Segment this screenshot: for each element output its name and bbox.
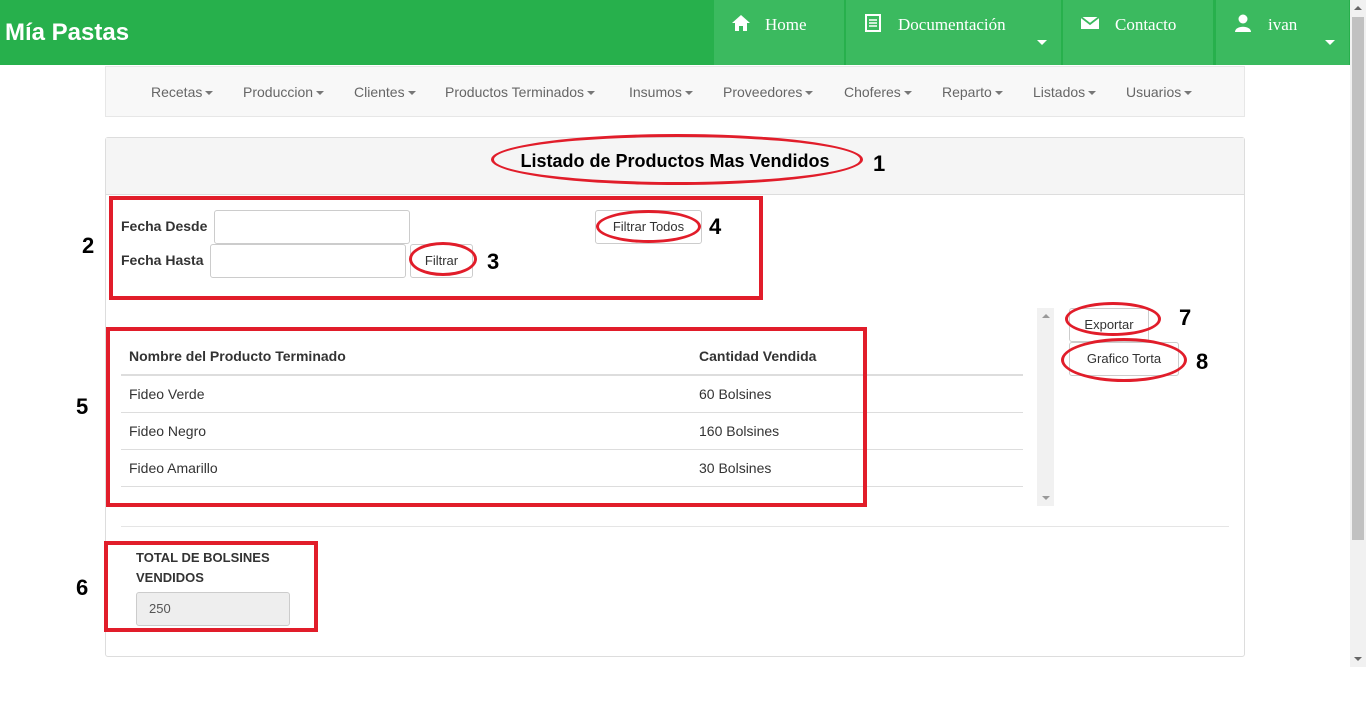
subnav-produccion-label: Produccion xyxy=(243,84,314,100)
brand-logo[interactable]: Mía Pastas xyxy=(5,19,129,47)
caret-down-icon xyxy=(684,91,693,96)
user-icon xyxy=(1235,14,1251,32)
secondary-navbar: Recetas Produccion Clientes Productos Te… xyxy=(105,66,1245,117)
subnav-listados[interactable]: Listados xyxy=(1033,84,1097,100)
caret-down-icon xyxy=(407,91,416,96)
subnav-clientes[interactable]: Clientes xyxy=(354,84,416,100)
annotation-oval-title xyxy=(491,134,863,185)
subnav-insumos[interactable]: Insumos xyxy=(629,84,693,100)
subnav-productos-terminados-label: Productos Terminados xyxy=(445,84,585,100)
chevron-down-icon xyxy=(1325,40,1335,45)
subnav-insumos-label: Insumos xyxy=(629,84,682,100)
subnav-usuarios-label: Usuarios xyxy=(1126,84,1182,100)
scroll-down-icon[interactable] xyxy=(1042,496,1050,500)
annotation-oval-filtrar xyxy=(409,242,477,276)
nav-user-label: ivan xyxy=(1268,15,1298,34)
nav-contacto-label: Contacto xyxy=(1115,15,1177,34)
subnav-listados-label: Listados xyxy=(1033,84,1086,100)
scroll-up-icon[interactable] xyxy=(1354,6,1362,10)
subnav-recetas-label: Recetas xyxy=(151,84,203,100)
page: Mía Pastas Home Documentación Contacto i… xyxy=(0,0,1366,728)
divider xyxy=(121,526,1229,527)
caret-down-icon xyxy=(587,91,596,96)
subnav-proveedores-label: Proveedores xyxy=(723,84,803,100)
caret-down-icon xyxy=(994,91,1003,96)
caret-down-icon xyxy=(205,91,214,96)
chevron-down-icon xyxy=(1037,40,1047,45)
scroll-down-icon[interactable] xyxy=(1354,657,1362,661)
annotation-box-table xyxy=(106,327,867,507)
nav-user[interactable]: ivan xyxy=(1216,0,1349,65)
caret-down-icon xyxy=(903,91,912,96)
subnav-usuarios[interactable]: Usuarios xyxy=(1126,84,1193,100)
subnav-choferes-label: Choferes xyxy=(844,84,901,100)
nav-documentacion-label: Documentación xyxy=(898,15,1006,34)
subnav-reparto[interactable]: Reparto xyxy=(942,84,1003,100)
nav-contacto[interactable]: Contacto xyxy=(1063,0,1213,65)
table-scrollbar[interactable] xyxy=(1037,308,1054,506)
list-icon xyxy=(865,14,881,32)
annotation-number: 8 xyxy=(1196,349,1209,374)
caret-down-icon xyxy=(805,91,814,96)
annotation-number: 3 xyxy=(487,249,500,274)
top-navbar: Mía Pastas Home Documentación Contacto i… xyxy=(0,0,1350,65)
annotation-number: 5 xyxy=(76,394,89,419)
annotation-oval-filtrar-todos xyxy=(596,210,701,243)
caret-down-icon xyxy=(1088,91,1097,96)
subnav-clientes-label: Clientes xyxy=(354,84,405,100)
annotation-number: 6 xyxy=(76,575,89,600)
subnav-choferes[interactable]: Choferes xyxy=(844,84,912,100)
scrollbar-thumb[interactable] xyxy=(1352,17,1364,540)
home-icon xyxy=(732,15,750,31)
subnav-reparto-label: Reparto xyxy=(942,84,992,100)
scroll-up-icon[interactable] xyxy=(1042,314,1050,318)
envelope-icon xyxy=(1080,16,1100,29)
caret-down-icon xyxy=(316,91,325,96)
annotation-oval-grafico xyxy=(1061,338,1187,382)
nav-home[interactable]: Home xyxy=(714,0,844,65)
nav-home-label: Home xyxy=(765,15,807,34)
page-scrollbar[interactable] xyxy=(1350,0,1366,667)
nav-documentacion[interactable]: Documentación xyxy=(846,0,1061,65)
annotation-number: 2 xyxy=(82,233,95,258)
caret-down-icon xyxy=(1184,91,1193,96)
annotation-oval-exportar xyxy=(1065,302,1161,336)
annotation-number: 4 xyxy=(709,214,722,239)
subnav-produccion[interactable]: Produccion xyxy=(243,84,325,100)
subnav-proveedores[interactable]: Proveedores xyxy=(723,84,814,100)
subnav-recetas[interactable]: Recetas xyxy=(151,84,214,100)
subnav-productos-terminados[interactable]: Productos Terminados xyxy=(445,84,596,100)
annotation-box-total xyxy=(104,541,318,632)
annotation-number: 7 xyxy=(1179,305,1192,330)
annotation-number: 1 xyxy=(873,151,886,176)
